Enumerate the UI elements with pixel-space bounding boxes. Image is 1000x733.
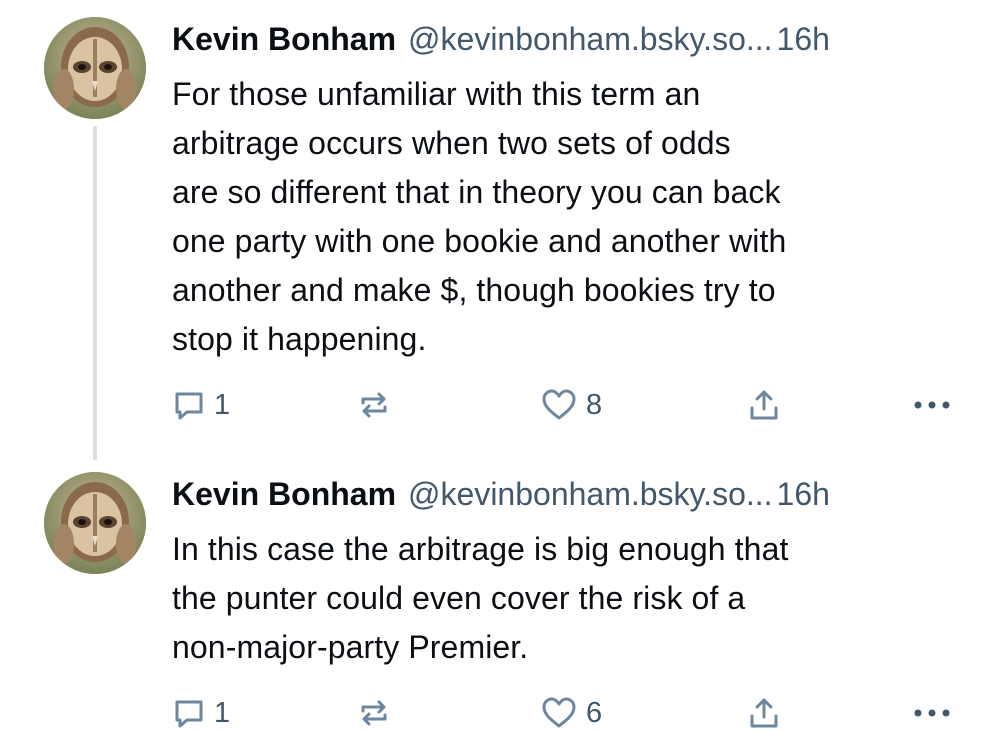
more-options-button[interactable] (912, 693, 952, 733)
speech-bubble-icon (175, 700, 203, 728)
author-name[interactable]: Kevin Bonham (172, 472, 396, 516)
post-header: Kevin Bonham @kevinbonham.bsky.so... 16h (172, 472, 830, 516)
author-handle[interactable]: @kevinbonham.bsky.so... (408, 17, 773, 61)
post-text-line: the punter could even cover the risk of … (172, 580, 746, 616)
reply-count: 1 (214, 388, 231, 421)
share-upload-icon (750, 390, 778, 420)
timestamp[interactable]: 16h (777, 472, 830, 516)
post-text-line: are so different that in theory you can … (172, 174, 781, 210)
timestamp[interactable]: 16h (777, 17, 830, 61)
share-button[interactable] (746, 693, 782, 733)
post-text-line: arbitrage occurs when two sets of odds (172, 125, 731, 161)
avatar[interactable] (44, 472, 146, 574)
more-options-button[interactable] (912, 385, 952, 425)
like-count: 6 (586, 696, 603, 729)
like-count: 8 (586, 388, 603, 421)
post-text: In this case the arbitrage is big enough… (172, 525, 972, 672)
more-dots-icon (914, 401, 950, 409)
thread-line (93, 126, 97, 460)
post-header: Kevin Bonham @kevinbonham.bsky.so... 16h (172, 17, 830, 61)
reply-button[interactable]: 1 (172, 693, 230, 733)
like-button[interactable]: 8 (540, 385, 602, 425)
post-text-line: For those unfamiliar with this term an (172, 76, 701, 112)
post-text-line: non-major-party Premier. (172, 629, 529, 665)
repost-button[interactable] (356, 693, 392, 733)
repost-arrows-icon (361, 700, 387, 726)
share-upload-icon (750, 698, 778, 728)
post-text-line: In this case the arbitrage is big enough… (172, 531, 789, 567)
heart-icon (542, 389, 576, 420)
speech-bubble-icon (175, 392, 203, 420)
like-button[interactable]: 6 (540, 693, 602, 733)
heart-icon (542, 697, 576, 728)
post-text-line: stop it happening. (172, 321, 427, 357)
author-handle[interactable]: @kevinbonham.bsky.so... (408, 472, 773, 516)
post-text-line: another and make $, though bookies try t… (172, 272, 776, 308)
owl-avatar-icon (44, 472, 146, 574)
more-dots-icon (914, 709, 950, 717)
author-name[interactable]: Kevin Bonham (172, 17, 396, 61)
repost-arrows-icon (361, 392, 387, 418)
share-button[interactable] (746, 385, 782, 425)
avatar[interactable] (44, 17, 146, 119)
post-text: For those unfamiliar with this term an a… (172, 70, 972, 364)
post-actions: 1 6 (170, 693, 960, 733)
owl-avatar-icon (44, 17, 146, 119)
post-text-line: one party with one bookie and another wi… (172, 223, 787, 259)
reply-button[interactable]: 1 (172, 385, 230, 425)
repost-button[interactable] (356, 385, 392, 425)
post-actions: 1 8 (170, 385, 960, 425)
reply-count: 1 (214, 696, 231, 729)
